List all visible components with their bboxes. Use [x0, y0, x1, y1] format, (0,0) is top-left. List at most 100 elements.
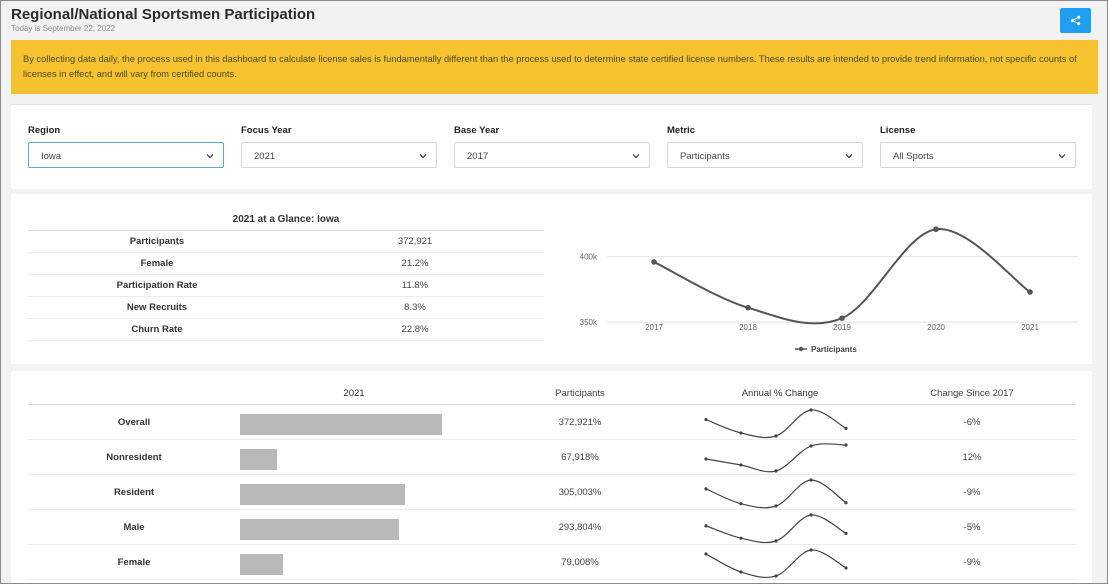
base-year-select[interactable]: 2017	[454, 142, 650, 168]
change-value: -9%	[963, 486, 981, 498]
glance-row: Participation Rate 11.8%	[28, 275, 544, 297]
base-year-label: Base Year	[454, 125, 500, 136]
focus-year-value: 2021	[254, 151, 276, 162]
bar-cell	[240, 545, 468, 579]
participants-value: 67,918%	[561, 451, 599, 463]
glance-panel: 2021 at a Glance: Iowa Participants 372,…	[11, 194, 1092, 364]
x-tick-label: 2018	[739, 323, 757, 332]
trend-sparkline	[704, 478, 848, 509]
sparkline-point	[774, 434, 778, 438]
glance-value: 11.8%	[401, 280, 429, 291]
header-annual-change: Annual % Change	[741, 388, 819, 399]
trend-sparkline	[704, 548, 848, 579]
chevron-down-icon	[1058, 154, 1066, 159]
header-change-since: Change Since 2017	[930, 388, 1014, 399]
chevron-down-icon	[206, 154, 214, 159]
trend-sparkline	[704, 513, 848, 544]
row-label: Male	[123, 521, 145, 533]
data-point	[745, 304, 751, 311]
region-value: Iowa	[41, 151, 62, 162]
row-label: Female	[117, 556, 151, 568]
glance-label: Participation Rate	[116, 280, 198, 291]
bar-cell	[240, 405, 468, 439]
disclaimer-notice: By collecting data daily, the process us…	[11, 40, 1098, 94]
data-point	[839, 315, 845, 321]
sparkline-point	[844, 501, 848, 505]
sparkline-path	[705, 549, 847, 579]
x-tick-label: 2020	[927, 323, 945, 332]
sparkline-path	[705, 479, 847, 509]
participants-value: 372,921%	[558, 416, 602, 428]
metric-label: Metric	[667, 125, 695, 136]
x-tick-label: 2021	[1021, 323, 1039, 332]
table-row: Resident 305,003% -9%	[28, 475, 1076, 510]
glance-label: Female	[140, 258, 174, 269]
page-header: Regional/National Sportsmen Participatio…	[11, 6, 1097, 36]
participants-line-chart: 350k 400k 2017 2018 2019 2020 2021 Participants	[580, 226, 1078, 354]
bar-cell	[240, 510, 468, 544]
sparkline-point	[704, 487, 708, 491]
sparkline-point	[809, 478, 813, 482]
sparkline-cell	[692, 440, 868, 474]
sparkline-point	[739, 502, 743, 506]
glance-value: 8.3%	[404, 302, 426, 313]
breakdown-header: 2021 Participants Annual % Change Change…	[28, 383, 1076, 405]
sparkline-point	[774, 504, 778, 508]
base-year-filter: Base Year 2017	[454, 125, 650, 168]
breakdown-panel: 2021 Participants Annual % Change Change…	[11, 371, 1092, 583]
sparkline-point	[844, 426, 848, 430]
chevron-down-icon	[419, 154, 427, 159]
y-tick-label: 350k	[580, 318, 598, 327]
glance-title: 2021 at a Glance: Iowa	[28, 209, 544, 231]
focus-year-filter: Focus Year 2021	[241, 125, 437, 168]
sparkline-point	[774, 574, 778, 578]
sparkline-point	[739, 536, 743, 540]
focus-year-select[interactable]: 2021	[241, 142, 437, 168]
sparkline-point	[739, 463, 743, 467]
sparkline-point	[704, 552, 708, 556]
filter-bar: Region Iowa Focus Year 2021 Base Year 20…	[11, 104, 1092, 189]
glance-label: New Recruits	[126, 302, 188, 313]
table-row: Male 293,804% -5%	[28, 510, 1076, 545]
sparkline-point	[704, 457, 708, 461]
share-button[interactable]	[1060, 8, 1091, 33]
glance-value: 372,921	[397, 236, 433, 247]
table-row: Female 79,008% -9%	[28, 545, 1076, 580]
row-label: Overall	[117, 416, 151, 428]
participants-value: 305,003%	[558, 486, 602, 498]
license-value: All Sports	[893, 151, 934, 162]
chevron-down-icon	[632, 154, 640, 159]
change-value: -5%	[963, 521, 981, 533]
glance-label: Participants	[129, 236, 185, 247]
glance-value: 22.8%	[401, 324, 429, 335]
glance-value: 21.2%	[401, 258, 429, 269]
glance-row: Female 21.2%	[28, 253, 544, 275]
chevron-down-icon	[845, 154, 853, 159]
focus-year-label: Focus Year	[241, 125, 292, 136]
region-select[interactable]: Iowa	[28, 142, 224, 168]
value-bar	[240, 449, 277, 470]
participants-value: 293,804%	[558, 521, 602, 533]
x-tick-label: 2019	[833, 323, 851, 332]
bar-cell	[240, 475, 468, 509]
sparkline-point	[774, 469, 778, 473]
glance-row: Churn Rate 22.8%	[28, 319, 544, 341]
share-icon	[1070, 15, 1081, 26]
table-row: Nonresident 67,918% 12%	[28, 440, 1076, 475]
metric-select[interactable]: Participants	[667, 142, 863, 168]
x-tick-label: 2017	[645, 323, 663, 332]
trend-sparkline	[704, 443, 848, 473]
glance-row: New Recruits 8.3%	[28, 297, 544, 319]
base-year-value: 2017	[467, 151, 489, 162]
sparkline-point	[844, 531, 848, 536]
header-participants: Participants	[555, 388, 605, 399]
value-bar	[240, 519, 399, 540]
sparkline-path	[705, 409, 847, 439]
sparkline-point	[739, 431, 743, 435]
sparkline-cell	[692, 475, 868, 509]
header-year: 2021	[343, 388, 365, 399]
table-row: Overall 372,921% -6%	[28, 405, 1076, 440]
sparkline-point	[844, 566, 848, 570]
license-select[interactable]: All Sports	[880, 142, 1076, 168]
breakdown-table: 2021 Participants Annual % Change Change…	[28, 383, 1076, 580]
